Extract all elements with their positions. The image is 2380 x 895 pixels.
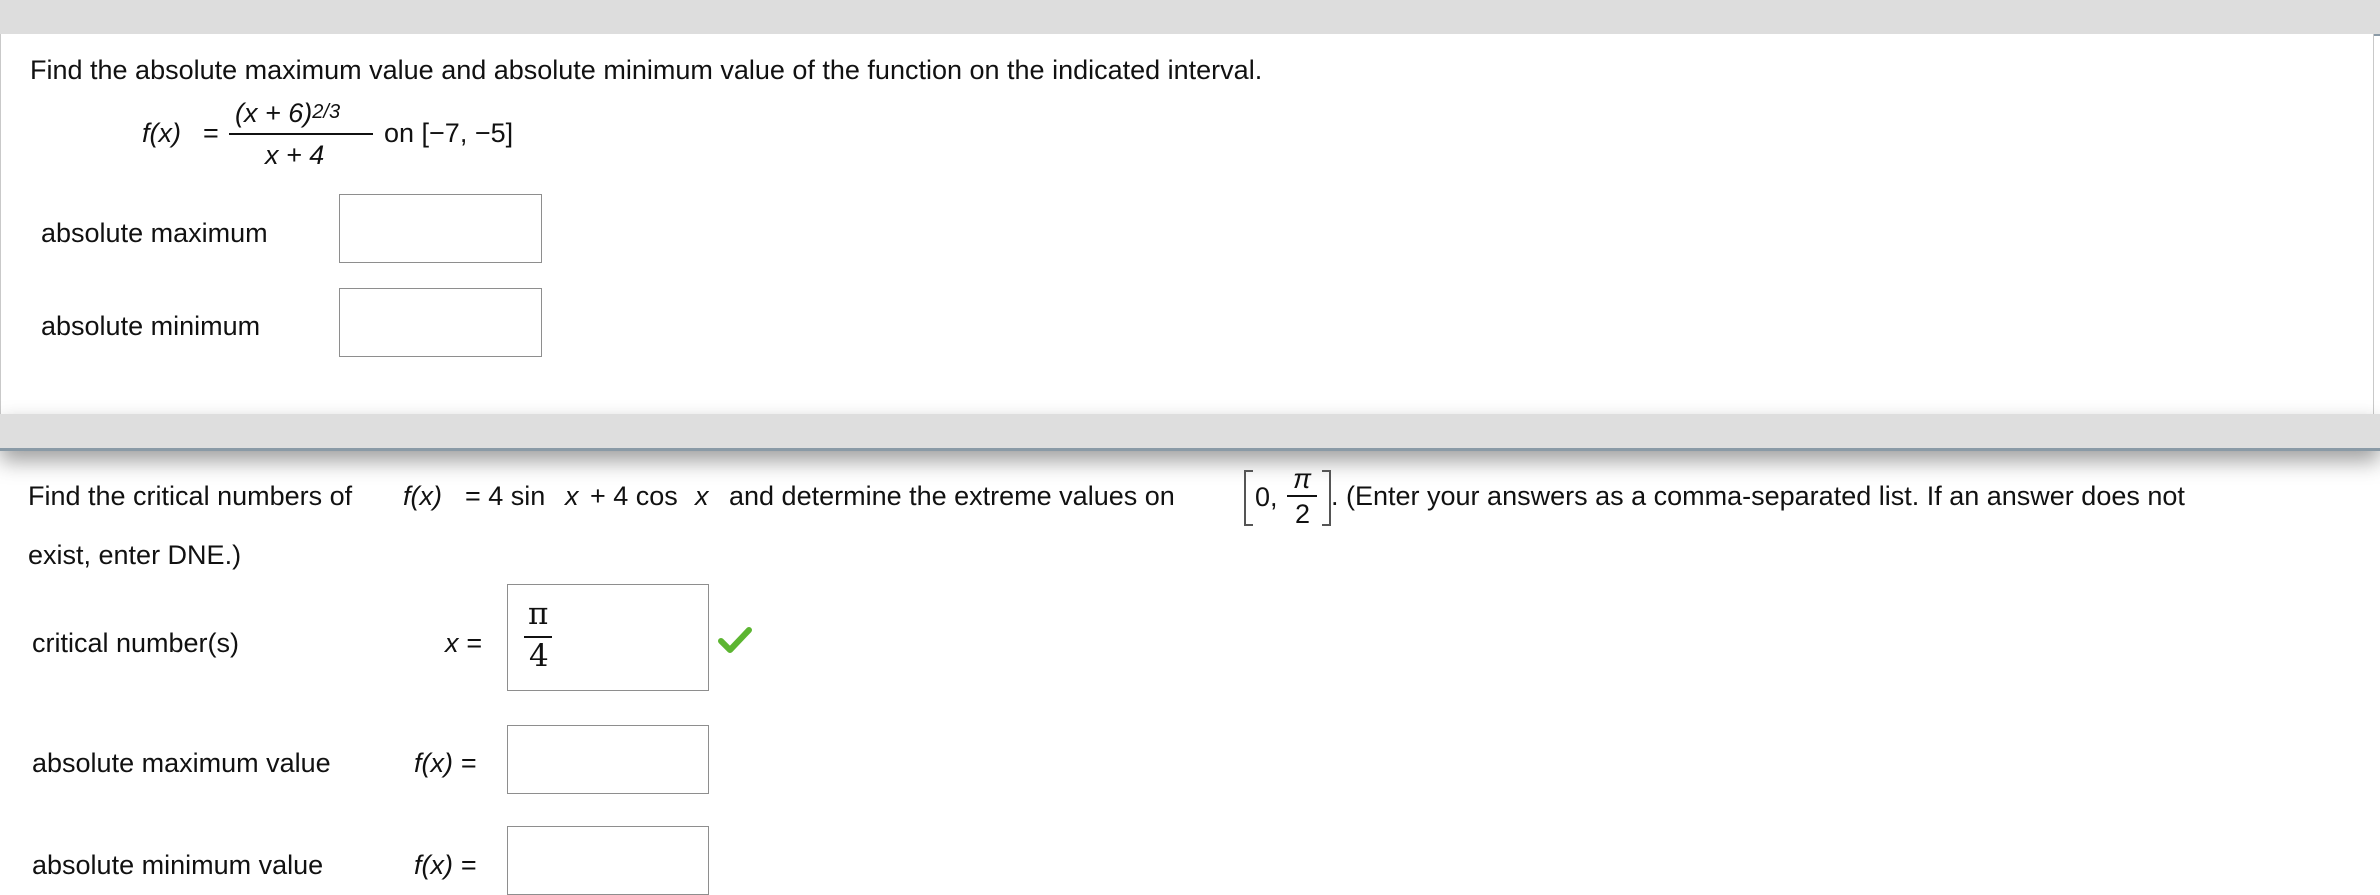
interval-fraction-bar [1287,495,1317,497]
function-sin-part: = 4 sin [465,481,546,511]
abs-min-input[interactable] [339,288,542,357]
interval-pi: π [1293,464,1312,494]
checkmark-icon [718,627,752,653]
question-2-prompt-end: . (Enter your answers as a comma-separat… [1331,481,2185,511]
interval-two: 2 [1295,499,1311,529]
critical-number-input[interactable]: π 4 [507,584,709,691]
function-name-2: f(x) [403,481,442,511]
numerator-exponent: 2/3 [312,101,341,123]
absolute-maximum-value-label: absolute maximum value [32,748,331,778]
max-f-of-x-label: f(x) = [414,748,477,778]
question-2-prompt-mid: and determine the extreme values on [729,481,1175,511]
interval-left-bracket [1244,470,1253,526]
min-f-of-x-label: f(x) = [414,850,477,880]
abs-max-input[interactable] [339,194,542,263]
absolute-minimum-value-label: absolute minimum value [32,850,324,880]
fraction-bar [229,133,373,135]
equals-sign: = [203,118,219,148]
question-1-prompt: Find the absolute maximum value and abso… [30,55,1263,85]
question-2-prompt-start: Find the critical numbers of [28,481,353,511]
interval-right-bracket [1322,470,1331,526]
critical-answer-four: 4 [529,638,549,674]
interval-text: on [−7, −5] [384,118,514,148]
absolute-minimum-value-input[interactable] [507,826,709,895]
panel-divider [0,414,2380,451]
top-strip [0,0,2380,36]
abs-min-label: absolute minimum [41,311,261,341]
numerator-base: (x + 6) [235,98,313,128]
interval-zero: 0, [1255,482,1278,512]
critical-answer-pi: π [528,596,549,632]
function-cos-part: + 4 cos [590,481,678,511]
abs-max-label: absolute maximum [41,218,268,248]
variable-x-1: x [565,481,579,511]
fraction-denominator: x + 4 [265,140,325,170]
critical-x-equals: x = [445,628,482,658]
variable-x-2: x [695,481,709,511]
function-label: f(x) [142,118,181,148]
question-2-prompt-line2: exist, enter DNE.) [28,540,242,570]
absolute-maximum-value-input[interactable] [507,725,709,794]
critical-number-label: critical number(s) [32,628,240,658]
question-1-panel: Find the absolute maximum value and abso… [0,34,2374,415]
fraction-numerator: (x + 6)2/3 [235,100,340,127]
